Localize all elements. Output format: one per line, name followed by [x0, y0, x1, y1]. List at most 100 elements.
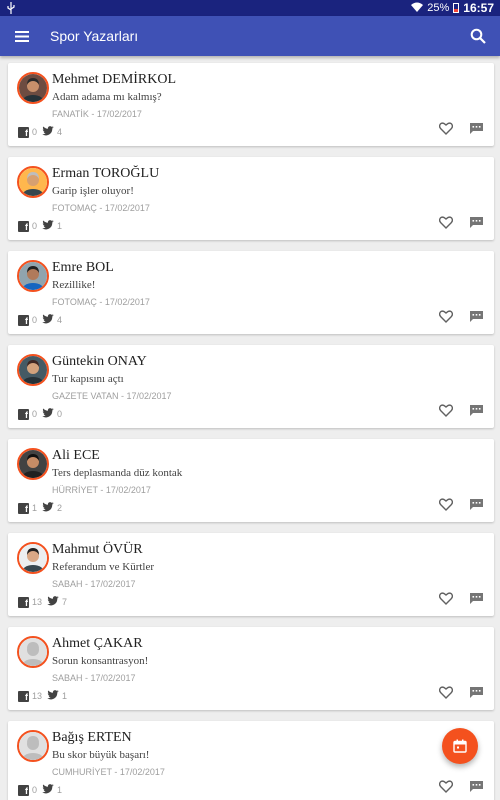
facebook-icon: f	[18, 596, 29, 608]
avatar	[17, 166, 49, 198]
facebook-share-count: 0	[32, 221, 38, 231]
facebook-icon: f	[18, 408, 29, 420]
source-date: FANATİK - 17/02/2017	[52, 109, 142, 119]
status-bar: 25% 16:57	[0, 0, 500, 16]
heart-icon	[439, 780, 453, 793]
source-date: FOTOMAÇ - 17/02/2017	[52, 297, 150, 307]
article-headline: Rezillike!	[52, 279, 96, 291]
twitter-share-count: 7	[62, 597, 68, 607]
comment-icon	[470, 311, 483, 322]
author-name: Mahmut ÖVÜR	[52, 542, 143, 557]
favorite-button[interactable]	[439, 498, 453, 511]
calendar-fab-button[interactable]	[442, 728, 478, 764]
twitter-icon	[42, 126, 55, 138]
favorite-button[interactable]	[439, 404, 453, 417]
favorite-button[interactable]	[439, 216, 453, 229]
menu-button[interactable]	[0, 16, 44, 56]
source-date: HÜRRİYET - 17/02/2017	[52, 485, 151, 495]
social-counts: f 0 1	[18, 784, 67, 796]
facebook-share-count: 0	[32, 315, 38, 325]
search-button[interactable]	[456, 16, 500, 56]
comments-button[interactable]	[469, 310, 484, 323]
twitter-share-count: 4	[57, 315, 63, 325]
article-headline: Adam adama mı kalmış?	[52, 91, 162, 103]
columnist-list: Mehmet DEMİRKOL Adam adama mı kalmış? FA…	[8, 63, 494, 800]
favorite-button[interactable]	[439, 780, 453, 793]
comment-icon	[470, 593, 483, 604]
comment-icon	[470, 687, 483, 698]
author-name: Ahmet ÇAKAR	[52, 636, 143, 651]
heart-icon	[439, 122, 453, 135]
comment-icon	[470, 499, 483, 510]
comment-icon	[470, 217, 483, 228]
comments-button[interactable]	[469, 216, 484, 229]
twitter-share-count: 2	[57, 503, 63, 513]
clock: 16:57	[463, 1, 494, 15]
facebook-share-count: 0	[32, 127, 38, 137]
columnist-card[interactable]: Mehmet DEMİRKOL Adam adama mı kalmış? FA…	[8, 63, 494, 146]
author-name: Erman TOROĞLU	[52, 166, 160, 181]
columnist-card[interactable]: Bağış ERTEN Bu skor büyük başarı! CUMHUR…	[8, 721, 494, 800]
social-counts: f 13 7	[18, 596, 72, 608]
twitter-icon	[42, 220, 55, 232]
twitter-share-count: 1	[57, 785, 63, 795]
comment-icon	[470, 405, 483, 416]
article-headline: Ters deplasmanda düz kontak	[52, 467, 183, 479]
search-icon	[470, 28, 486, 44]
comments-button[interactable]	[469, 404, 484, 417]
facebook-share-count: 1	[32, 503, 38, 513]
comments-button[interactable]	[469, 686, 484, 699]
facebook-icon: f	[18, 690, 29, 702]
columnist-card[interactable]: Emre BOL Rezillike! FOTOMAÇ - 17/02/2017…	[8, 251, 494, 334]
favorite-button[interactable]	[439, 592, 453, 605]
app-bar: Spor Yazarları	[0, 16, 500, 56]
comment-icon	[470, 781, 483, 792]
heart-icon	[439, 498, 453, 511]
page-title: Spor Yazarları	[50, 28, 139, 44]
social-counts: f 0 4	[18, 314, 67, 326]
favorite-button[interactable]	[439, 686, 453, 699]
author-name: Bağış ERTEN	[52, 730, 132, 745]
avatar	[17, 448, 49, 480]
comments-button[interactable]	[469, 498, 484, 511]
calendar-icon	[453, 739, 467, 753]
author-name: Ali ECE	[52, 448, 100, 463]
source-date: GAZETE VATAN - 17/02/2017	[52, 391, 172, 401]
twitter-icon	[42, 784, 55, 796]
heart-icon	[439, 686, 453, 699]
hamburger-menu-icon	[15, 30, 29, 42]
twitter-icon	[42, 502, 55, 514]
twitter-icon	[47, 596, 60, 608]
wifi-icon	[411, 2, 424, 15]
comments-button[interactable]	[469, 592, 484, 605]
facebook-share-count: 0	[32, 409, 38, 419]
social-counts: f 1 2	[18, 502, 67, 514]
social-counts: f 13 1	[18, 690, 72, 702]
heart-icon	[439, 310, 453, 323]
favorite-button[interactable]	[439, 122, 453, 135]
facebook-share-count: 13	[32, 691, 43, 701]
twitter-share-count: 0	[57, 409, 63, 419]
twitter-share-count: 4	[57, 127, 63, 137]
comments-button[interactable]	[469, 122, 484, 135]
source-date: SABAH - 17/02/2017	[52, 579, 136, 589]
columnist-card[interactable]: Ali ECE Ters deplasmanda düz kontak HÜRR…	[8, 439, 494, 522]
comment-icon	[470, 123, 483, 134]
avatar	[17, 542, 49, 574]
heart-icon	[439, 216, 453, 229]
twitter-share-count: 1	[57, 221, 63, 231]
comments-button[interactable]	[469, 780, 484, 793]
twitter-icon	[42, 314, 55, 326]
source-date: FOTOMAÇ - 17/02/2017	[52, 203, 150, 213]
twitter-share-count: 1	[62, 691, 68, 701]
battery-percent: 25%	[427, 2, 450, 14]
columnist-card[interactable]: Mahmut ÖVÜR Referandum ve Kürtler SABAH …	[8, 533, 494, 616]
source-date: CUMHURİYET - 17/02/2017	[52, 767, 165, 777]
columnist-card[interactable]: Erman TOROĞLU Garip işler oluyor! FOTOMA…	[8, 157, 494, 240]
facebook-icon: f	[18, 126, 29, 138]
favorite-button[interactable]	[439, 310, 453, 323]
columnist-card[interactable]: Ahmet ÇAKAR Sorun konsantrasyon! SABAH -…	[8, 627, 494, 710]
article-headline: Sorun konsantrasyon!	[52, 655, 149, 667]
heart-icon	[439, 404, 453, 417]
columnist-card[interactable]: Güntekin ONAY Tur kapısını açtı GAZETE V…	[8, 345, 494, 428]
